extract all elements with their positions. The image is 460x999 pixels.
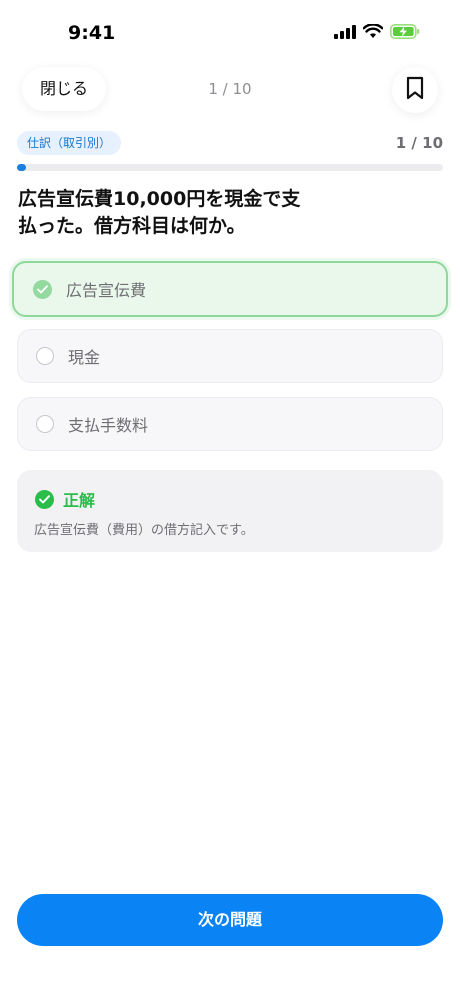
result-header: 正解 bbox=[35, 487, 95, 511]
result-explanation: 広告宣伝費（費用）の借方記入です。 bbox=[34, 523, 254, 538]
result-title: 正解 bbox=[63, 491, 96, 510]
nav-bar: 閉じる 1 / 10 bbox=[0, 62, 460, 116]
bookmark-button[interactable] bbox=[392, 67, 438, 113]
check-circle-icon bbox=[33, 279, 52, 299]
answer-options: 広告宣伝費 現金 支払手数料 bbox=[12, 261, 448, 465]
signal-icon bbox=[334, 24, 356, 39]
next-question-button[interactable]: 次の問題 bbox=[17, 894, 443, 946]
progress-fill bbox=[17, 164, 26, 171]
progress-bar bbox=[17, 164, 443, 171]
question-counter: 1 / 10 bbox=[208, 80, 252, 98]
status-icons bbox=[334, 24, 420, 39]
question-text: 広告宣伝費10,000円を現金で支払った。借方科目は何か。 bbox=[18, 188, 301, 237]
battery-charging-icon bbox=[390, 24, 420, 39]
radio-icon bbox=[36, 347, 54, 365]
option-label: 広告宣伝費 bbox=[66, 281, 147, 300]
category-badge: 仕訳（取引別） bbox=[17, 131, 122, 155]
bookmark-icon bbox=[406, 76, 424, 104]
option-item[interactable]: 支払手数料 bbox=[17, 397, 443, 451]
progress-count: 1 / 10 bbox=[395, 134, 443, 152]
status-time: 9:41 bbox=[68, 22, 116, 44]
wifi-icon bbox=[363, 24, 383, 39]
option-label: 支払手数料 bbox=[68, 416, 149, 435]
option-item[interactable]: 現金 bbox=[17, 329, 443, 383]
check-circle-icon bbox=[35, 489, 54, 509]
status-bar: 9:41 bbox=[0, 0, 460, 60]
option-correct[interactable]: 広告宣伝費 bbox=[12, 261, 448, 317]
result-panel: 正解 広告宣伝費（費用）の借方記入です。 bbox=[17, 470, 443, 552]
quiz-screen: 9:41 閉じる 1 / 10 仕訳（取引別） 1 / 10 広告宣伝費10,0… bbox=[0, 0, 460, 999]
option-label: 現金 bbox=[68, 348, 101, 367]
radio-icon bbox=[36, 415, 54, 433]
